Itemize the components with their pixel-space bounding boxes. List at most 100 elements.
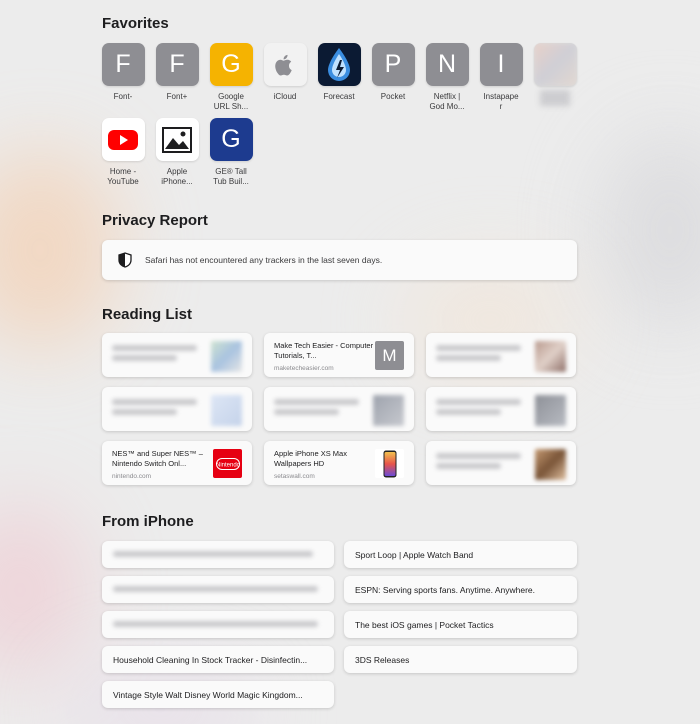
from-iphone-title: 3DS Releases <box>355 654 410 665</box>
favorite-letter-tile: N <box>425 43 469 86</box>
blurred-title <box>436 399 521 405</box>
from-iphone-title: Vintage Style Walt Disney World Magic Ki… <box>113 689 303 700</box>
blurred-thumbnail <box>535 341 566 372</box>
reading-list-domain: maketecheasier.com <box>274 365 334 372</box>
photo-icon <box>155 118 199 161</box>
favorite-label: Netflix | God Mo... <box>429 92 465 111</box>
favorite-label: Google URL Sh... <box>213 92 249 111</box>
blurred-title <box>274 399 359 405</box>
favorite-letter: I <box>497 50 505 78</box>
blurred-title <box>274 409 339 415</box>
favorite-letter-tile: P <box>371 43 415 86</box>
favorite-item[interactable]: Apple iPhone... <box>154 118 200 187</box>
blurred-thumbnail <box>373 395 404 426</box>
favorite-label: Apple iPhone... <box>161 167 193 186</box>
blurred-thumbnail <box>535 395 566 426</box>
privacy-report-card[interactable]: Safari has not encountered any trackers … <box>102 240 577 280</box>
blurred-title <box>112 409 177 415</box>
reading-list-item[interactable]: Apple iPhone XS Max Wallpapers HD setaswa… <box>264 441 414 485</box>
from-iphone-item[interactable]: Vintage Style Walt Disney World Magic Ki… <box>102 681 334 708</box>
from-iphone-item[interactable]: Sport Loop | Apple Watch Band <box>344 541 577 568</box>
favorite-letter: N <box>437 50 457 78</box>
from-iphone-item[interactable]: Household Cleaning In Stock Tracker - Di… <box>102 646 334 673</box>
thumbnail-letter: M <box>382 345 397 365</box>
from-iphone-item[interactable] <box>102 576 334 603</box>
favorite-label: Font+ <box>166 92 188 101</box>
from-iphone-item[interactable] <box>102 541 334 568</box>
blurred-thumbnail <box>535 449 566 480</box>
from-iphone-item[interactable]: 3DS Releases <box>344 646 577 673</box>
favorite-item[interactable]: F Font- <box>100 43 146 102</box>
favorite-item[interactable]: Home - YouTube <box>100 118 146 187</box>
reading-list-domain: nintendo.com <box>112 473 152 480</box>
reading-list-item[interactable] <box>264 387 414 431</box>
shield-icon <box>118 252 132 268</box>
reading-list-item[interactable] <box>102 333 252 377</box>
reading-list-item[interactable]: NES™ and Super NES™ – Nintendo Switch On… <box>102 441 252 485</box>
favorite-item[interactable]: F Font+ <box>154 43 200 102</box>
reading-list-title: Apple iPhone XS Max Wallpapers HD <box>274 449 347 468</box>
blurred-title <box>436 355 501 361</box>
favorite-letter: F <box>169 50 185 78</box>
from-iphone-title: Household Cleaning In Stock Tracker - Di… <box>113 654 308 665</box>
from-iphone-item[interactable]: ESPN: Serving sports fans. Anytime. Anyw… <box>344 576 577 603</box>
favorite-item[interactable]: P Pocket <box>370 43 416 102</box>
favorite-item[interactable]: G Google URL Sh... <box>208 43 254 112</box>
reading-list-item[interactable] <box>426 387 576 431</box>
favorite-item[interactable]: iCloud <box>262 43 308 102</box>
youtube-icon <box>101 118 145 161</box>
favorite-letter-tile: G <box>209 43 253 86</box>
phone-wallpaper-icon <box>375 449 404 478</box>
favorites-title: Favorites <box>102 15 169 32</box>
from-iphone-title: From iPhone <box>102 513 194 530</box>
privacy-report-message: Safari has not encountered any trackers … <box>145 255 383 265</box>
from-iphone-title: The best iOS games | Pocket Tactics <box>355 619 494 630</box>
favorite-label: Home - YouTube <box>107 167 139 186</box>
favorite-letter-tile: F <box>101 43 145 86</box>
blurred-title <box>113 586 318 592</box>
apple-logo-icon <box>263 43 307 86</box>
reading-list-item[interactable] <box>102 387 252 431</box>
reading-list-title: Reading List <box>102 306 193 323</box>
reading-list-title: Make Tech Easier - Computer Tutorials, T… <box>274 341 374 360</box>
start-page: Favorites F Font- F Font+ G Google URL Sh... i… <box>0 0 700 724</box>
reading-list-item[interactable] <box>426 441 576 485</box>
favorite-letter: F <box>115 50 131 78</box>
favorite-letter-tile: F <box>155 43 199 86</box>
reading-list-item[interactable]: Make Tech Easier - Computer Tutorials, T… <box>264 333 414 377</box>
blurred-title <box>436 409 501 415</box>
blurred-title <box>436 463 501 469</box>
favorite-label: Forecast <box>323 92 355 101</box>
blurred-title <box>436 345 521 351</box>
blurred-thumbnail <box>211 395 242 426</box>
favorite-item[interactable]: I Instapape r <box>478 43 524 112</box>
from-iphone-title: ESPN: Serving sports fans. Anytime. Anyw… <box>355 584 535 595</box>
favorite-letter: G <box>221 125 241 153</box>
reading-list-title: NES™ and Super NES™ – Nintendo Switch On… <box>112 449 203 468</box>
favorite-label: Font- <box>113 92 133 101</box>
favorite-label: Pocket <box>380 92 406 101</box>
privacy-report-title: Privacy Report <box>102 212 208 229</box>
from-iphone-item[interactable]: The best iOS games | Pocket Tactics <box>344 611 577 638</box>
favorite-letter-tile: I <box>479 43 523 86</box>
favorite-item[interactable]: G GE® Tall Tub Buil... <box>208 118 254 187</box>
forecast-drop-icon <box>317 43 361 86</box>
blurred-title <box>113 551 313 557</box>
blurred-title <box>112 355 177 361</box>
blurred-title <box>112 345 197 351</box>
favorite-letter: P <box>384 50 402 78</box>
svg-text:Nintendo: Nintendo <box>216 462 240 468</box>
favorite-item[interactable]: Forecast <box>316 43 362 102</box>
blurred-thumbnail <box>211 341 242 372</box>
favorite-item[interactable]: N Netflix | God Mo... <box>424 43 470 112</box>
blurred-title <box>112 399 197 405</box>
blurred-label <box>540 90 570 106</box>
blurred-icon <box>533 43 577 86</box>
favorite-label: GE® Tall Tub Buil... <box>213 167 249 186</box>
blurred-title <box>436 453 521 459</box>
favorite-letter: G <box>221 50 241 78</box>
from-iphone-item[interactable] <box>102 611 334 638</box>
favorite-item[interactable] <box>532 43 578 112</box>
nintendo-logo-icon: Nintendo <box>213 449 242 478</box>
reading-list-item[interactable] <box>426 333 576 377</box>
